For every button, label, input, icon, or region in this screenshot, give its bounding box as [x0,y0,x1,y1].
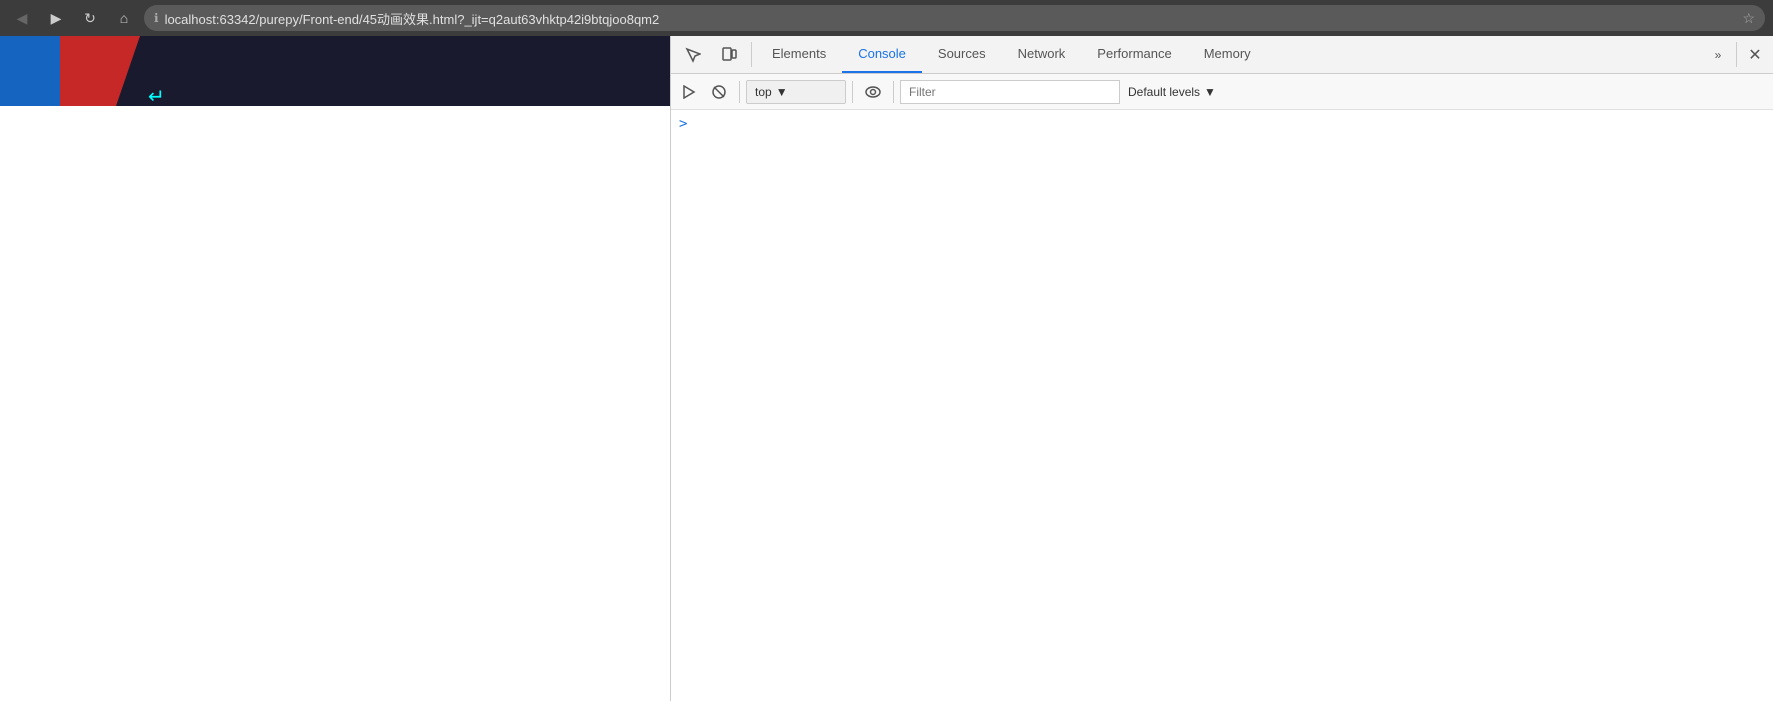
bookmark-icon[interactable]: ☆ [1742,10,1755,27]
mouse-cursor: ↵ [148,84,165,109]
red-stripe [60,36,140,106]
tab-memory[interactable]: Memory [1188,36,1267,73]
filter-input[interactable] [900,80,1120,104]
device-icon [721,47,737,63]
page-background: ↵ [0,36,670,701]
live-expressions-button[interactable] [859,78,887,106]
tab-console[interactable]: Console [842,36,922,73]
reload-button[interactable]: ↻ [76,4,104,32]
console-separator-3 [893,81,894,103]
levels-dropdown-icon: ▼ [1204,85,1216,99]
device-toolbar-button[interactable] [711,36,747,73]
run-icon [682,85,696,99]
eye-icon [865,85,881,99]
console-separator [739,81,740,103]
lock-icon: ℹ [154,11,159,25]
forward-button[interactable]: ▶ [42,4,70,32]
clear-console-button[interactable] [705,78,733,106]
page-content: ↵ Elements Console So [0,36,1773,701]
devtools-toolbar: Elements Console Sources Network Perform… [671,36,1773,74]
default-levels-button[interactable]: Default levels ▼ [1122,80,1222,104]
console-run-button[interactable] [675,78,703,106]
clear-icon [712,85,726,99]
close-devtools-button[interactable]: ✕ [1741,36,1769,73]
address-bar[interactable]: ℹ localhost:63342/purepy/Front-end/45动画效… [144,5,1765,31]
back-button[interactable]: ◀ [8,4,36,32]
inspect-icon [685,47,701,63]
console-separator-2 [852,81,853,103]
context-selector[interactable]: top ▼ [746,80,846,104]
devtools-panel: Elements Console Sources Network Perform… [670,36,1773,701]
levels-label: Default levels [1128,85,1200,99]
browser-toolbar: ◀ ▶ ↻ ⌂ ℹ localhost:63342/purepy/Front-e… [0,0,1773,36]
console-prompt-line[interactable]: > [671,114,1773,134]
blue-stripe [0,36,60,106]
context-label: top [755,85,772,99]
page-top-dark-area [0,36,670,106]
url-text: localhost:63342/purepy/Front-end/45动画效果.… [165,9,1737,28]
devtools-tabs: Elements Console Sources Network Perform… [756,36,1704,73]
toolbar-separator [751,42,752,67]
more-tabs-button[interactable]: » [1704,36,1732,73]
inspect-element-button[interactable] [675,36,711,73]
console-toolbar: top ▼ Default levels ▼ [671,74,1773,110]
tab-elements[interactable]: Elements [756,36,842,73]
console-content: > [671,110,1773,701]
home-button[interactable]: ⌂ [110,4,138,32]
tab-network[interactable]: Network [1002,36,1082,73]
tab-performance[interactable]: Performance [1081,36,1187,73]
context-dropdown-icon: ▼ [776,85,788,99]
prompt-chevron: > [679,116,687,132]
toolbar-separator-2 [1736,42,1737,67]
tab-sources[interactable]: Sources [922,36,1002,73]
